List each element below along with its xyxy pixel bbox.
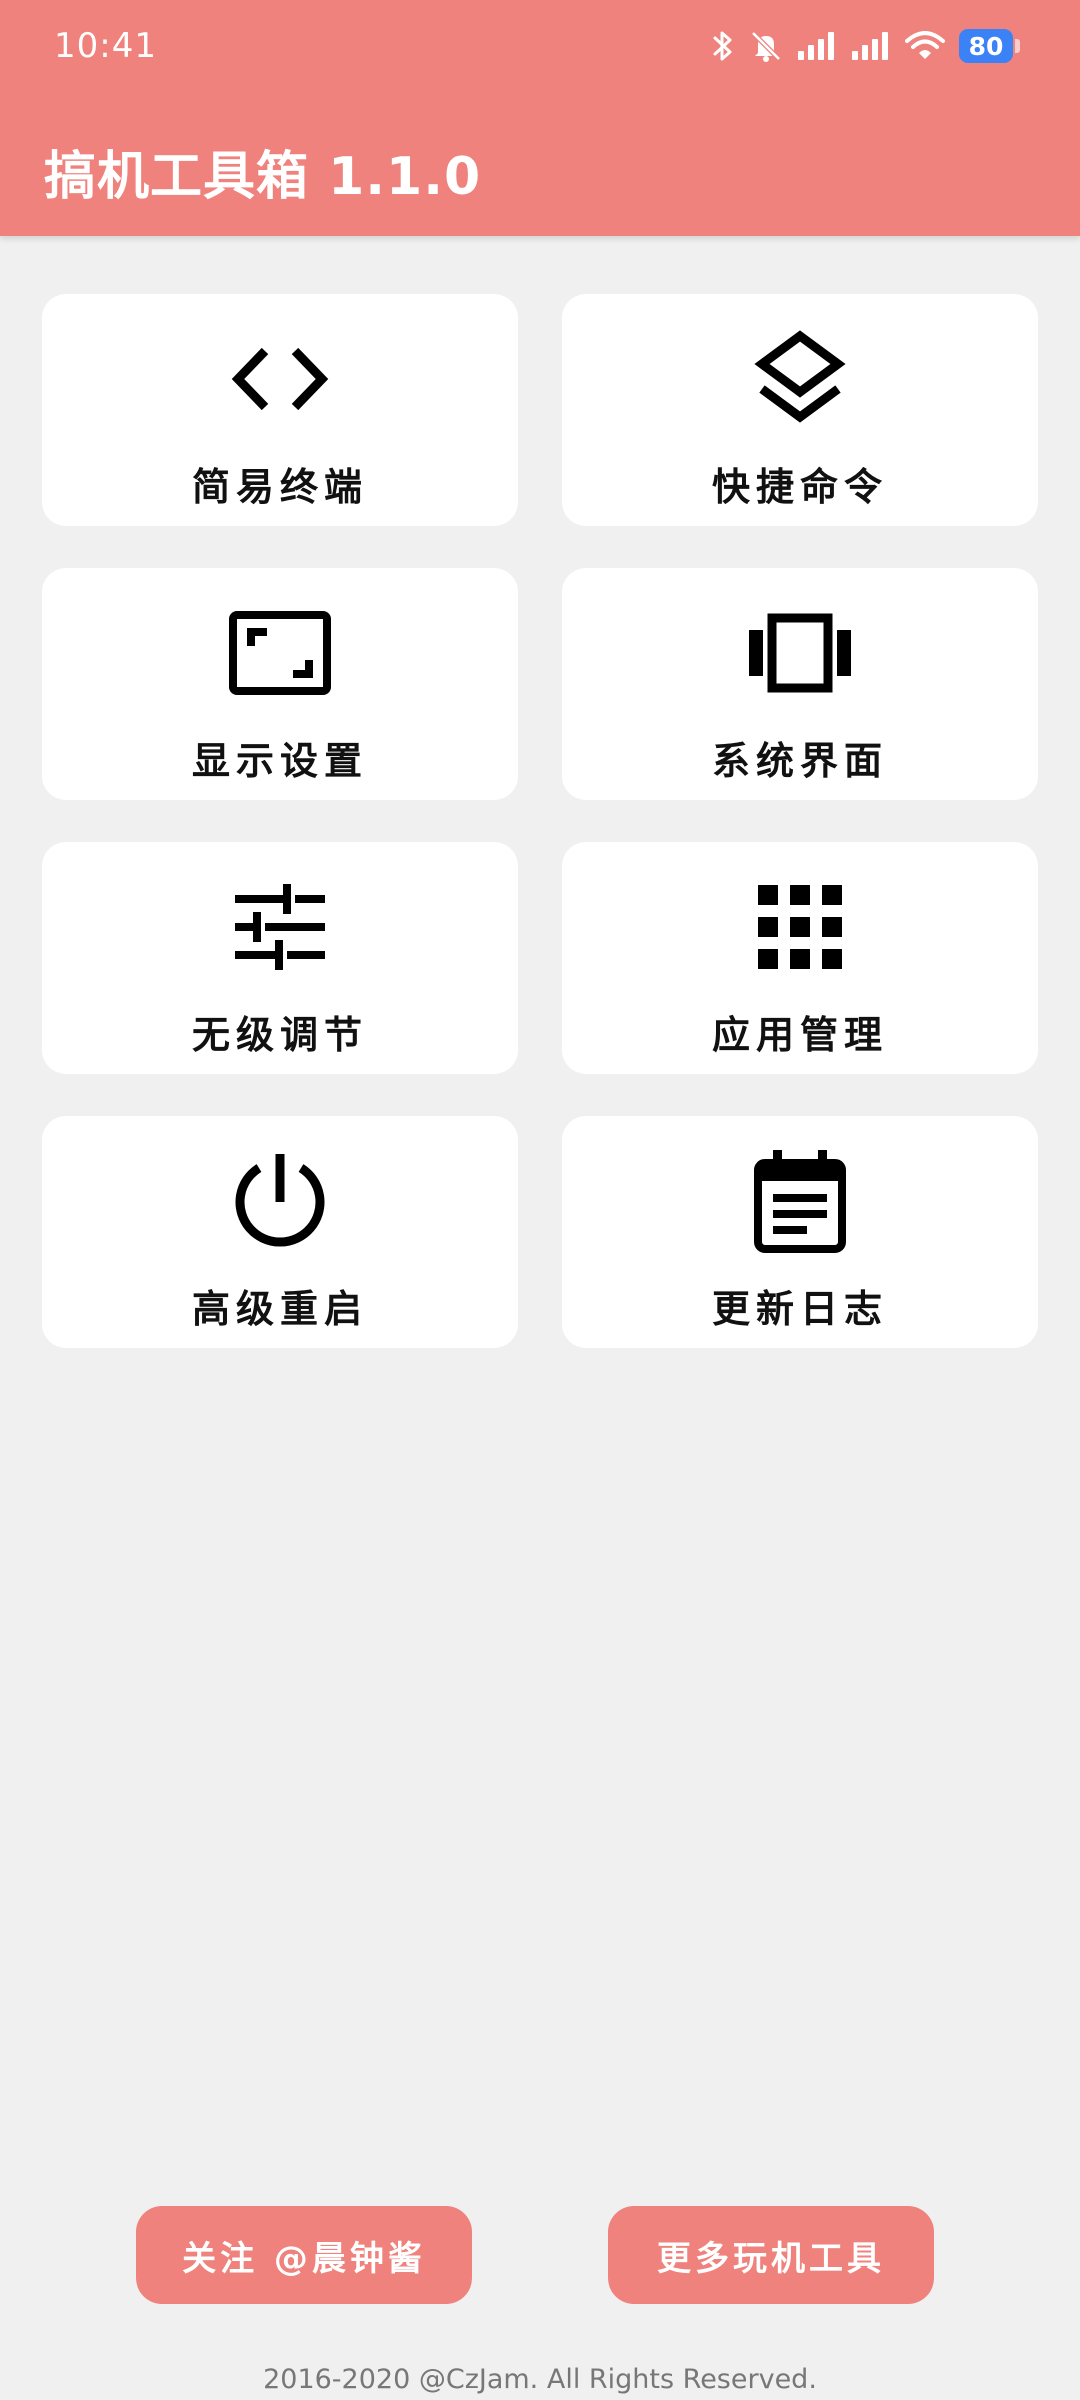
tool-card-label: 系统界面 — [711, 739, 888, 783]
page-title: 搞机工具箱 1.1.0 — [44, 147, 482, 207]
tool-card-changelog[interactable]: 更新日志 — [562, 1116, 1038, 1348]
tool-card-system-ui[interactable]: 系统界面 — [562, 568, 1038, 800]
tool-card-label: 更新日志 — [711, 1287, 888, 1331]
power-icon — [225, 1146, 335, 1256]
calendar-notes-icon — [745, 1146, 855, 1256]
more-tools-button[interactable]: 更多玩机工具 — [608, 2206, 934, 2304]
app-bar: 10:41 80 搞机工具箱 1.1.0 — [0, 0, 1080, 236]
tool-card-terminal[interactable]: 简易终端 — [42, 294, 518, 526]
layers-icon — [745, 324, 855, 434]
tool-card-label: 无级调节 — [191, 1013, 368, 1057]
tool-card-advanced-reboot[interactable]: 高级重启 — [42, 1116, 518, 1348]
tool-card-label: 简易终端 — [191, 465, 368, 509]
tool-card-label: 高级重启 — [191, 1287, 368, 1331]
apps-grid-icon — [745, 872, 855, 982]
status-bar: 10:41 80 — [0, 0, 1080, 96]
wifi-icon — [905, 31, 945, 61]
tool-card-quick-commands[interactable]: 快捷命令 — [562, 294, 1038, 526]
tool-grid: 简易终端 快捷命令 显示设置 系统界面 无级调节 应用管理 高级重启 更新日志 — [42, 294, 1038, 1348]
carousel-icon — [745, 598, 855, 708]
status-time: 10:41 — [54, 26, 157, 66]
tool-card-label: 显示设置 — [191, 739, 368, 783]
code-icon — [225, 324, 335, 434]
tool-card-app-management[interactable]: 应用管理 — [562, 842, 1038, 1074]
aspect-ratio-icon — [225, 598, 335, 708]
signal-icon — [797, 31, 837, 61]
battery-icon: 80 — [959, 29, 1020, 63]
copyright-footer: 2016-2020 @CzJam. All Rights Reserved. — [263, 2364, 817, 2395]
signal-icon — [851, 31, 891, 61]
battery-level: 80 — [959, 29, 1013, 63]
tool-card-display-settings[interactable]: 显示设置 — [42, 568, 518, 800]
tune-sliders-icon — [225, 872, 335, 982]
tool-card-label: 应用管理 — [711, 1013, 888, 1057]
tool-card-label: 快捷命令 — [711, 465, 888, 509]
follow-button[interactable]: 关注 @晨钟酱 — [136, 2206, 472, 2304]
bluetooth-icon — [711, 29, 735, 63]
status-icons: 80 — [711, 24, 1020, 68]
tool-card-stepless-adjust[interactable]: 无级调节 — [42, 842, 518, 1074]
mute-icon — [749, 29, 783, 63]
